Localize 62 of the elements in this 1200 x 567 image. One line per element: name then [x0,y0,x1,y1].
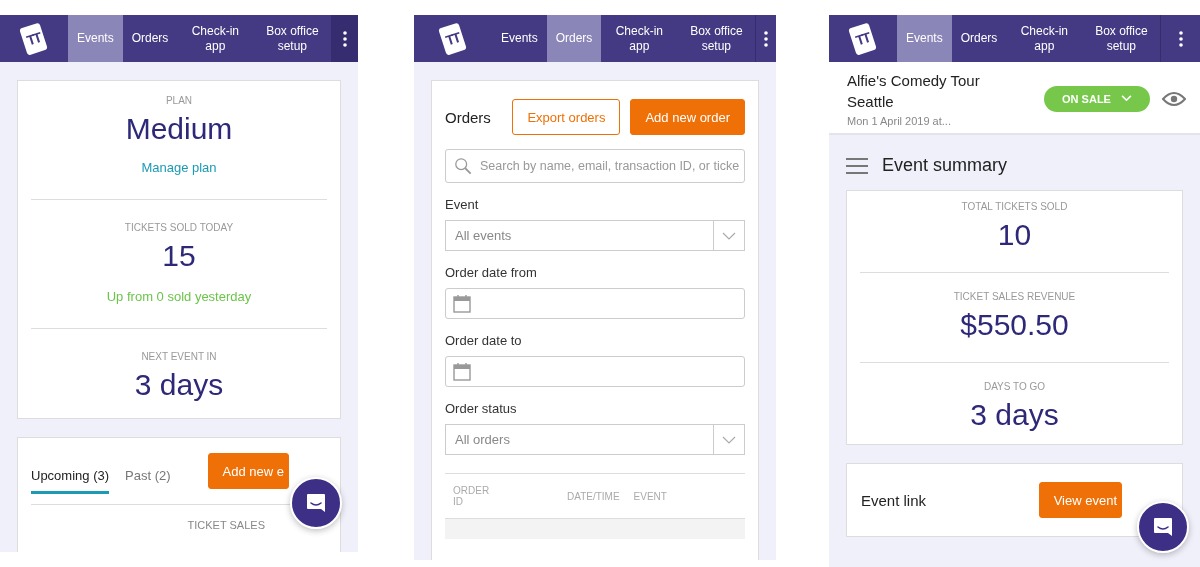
filter-tab[interactable]: Upcoming (3) [31,460,110,494]
column-header: EVENT [633,490,667,502]
stat-value: 15 [162,239,196,273]
field-label: Order date from [445,265,538,280]
chevron-down-icon [722,435,736,444]
stat-value: 3 days [970,398,1059,432]
more-menu-button[interactable] [331,15,358,62]
chat-icon [304,491,328,515]
date-field[interactable] [445,356,745,387]
logo[interactable]: TT [438,21,468,56]
field-label: Order date to [445,333,523,348]
stat-label: TICKET SALES REVENUE [953,291,1076,302]
menu-icon [846,156,868,175]
stat-value: $550.50 [960,308,1069,342]
section-title: Event summary [882,155,1008,176]
event-title: Alfie's Comedy Tour Seattle [847,71,981,112]
nav-tab[interactable]: Box office setup [253,15,332,62]
search-icon [454,157,472,175]
column-header: ORDER ID [453,485,491,507]
filter-tab[interactable]: Past (2) [125,460,171,494]
dropdown[interactable]: All orders [445,424,745,455]
stat-value: Medium [125,112,233,146]
chevron-down-icon [722,231,736,240]
more-icon [343,30,348,47]
stat-label: NEXT EVENT IN [141,351,217,362]
nav-tab[interactable]: Orders [951,15,1007,62]
chat-button[interactable] [1137,501,1189,553]
nav-tab[interactable]: Box office setup [677,15,756,62]
card-title: Event link [861,491,927,509]
event-date: Mon 1 April 2019 at... [847,115,952,127]
column-header: TICKET SALES [187,519,265,531]
more-icon [1178,30,1183,47]
stat-value: 3 days [134,368,224,402]
stat-label: TOTAL TICKETS SOLD [961,201,1068,212]
date-field[interactable] [445,288,745,319]
nav-tab[interactable]: Check-in app [601,15,678,62]
nav-tab[interactable]: Box office setup [1082,15,1161,62]
field-label: Order status [445,401,518,416]
more-icon [764,30,769,47]
nav-tab[interactable]: Check-in app [1006,15,1083,62]
nav-tab[interactable]: Check-in app [177,15,254,62]
stat-label: TICKETS SOLD TODAY [124,222,234,233]
eye-icon [1162,90,1186,107]
stat-label: PLAN [165,95,193,106]
nav-tab[interactable]: Orders [122,15,178,62]
column-header: DATE/TIME [567,490,620,502]
stat-label: DAYS TO GO [983,381,1046,392]
chat-icon [1151,515,1175,539]
logo[interactable]: TT [848,21,878,56]
calendar-icon [453,362,471,381]
dropdown-value: All events [454,228,513,243]
search-field[interactable]: Search by name, email, transaction ID, or ticke [445,149,745,183]
dropdown-value: All orders [454,432,511,447]
nav-tab[interactable]: Events [492,15,547,62]
field-label: Event [445,197,480,212]
calendar-icon [453,294,471,313]
chevron-down-icon [1120,95,1132,102]
dropdown[interactable]: All events [445,220,745,251]
logo[interactable]: TT [19,21,49,56]
stat-note: Up from 0 sold yesterday [106,289,252,304]
stat-value: 10 [997,218,1032,252]
page-title: Orders [445,108,492,126]
